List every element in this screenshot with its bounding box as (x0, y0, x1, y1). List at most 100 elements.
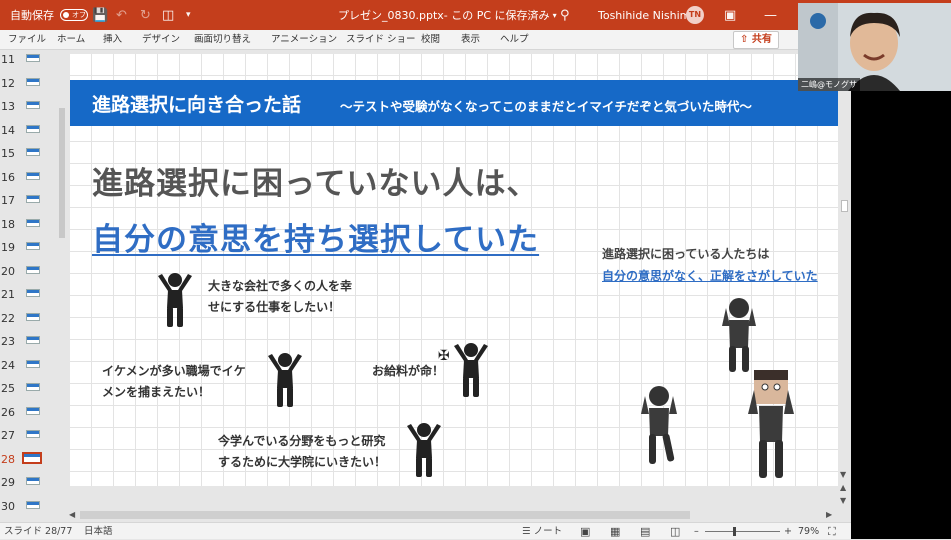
thumbnail-11[interactable]: 11 (0, 50, 56, 73)
tab-file[interactable]: ファイル (8, 30, 46, 50)
thumbnail-28-active[interactable]: 28 (0, 450, 56, 473)
scroll-down-icon[interactable]: ▼ (840, 470, 846, 479)
headline-line-1[interactable]: 進路選択に困っていない人は、 (92, 158, 538, 203)
user-name[interactable]: Toshihide Nishima (598, 0, 697, 30)
share-button[interactable]: ⇧ 共有 (733, 31, 779, 49)
present-from-start-icon[interactable]: ◫ (162, 0, 174, 30)
troubled-person-with-photo-icon[interactable] (746, 370, 798, 482)
previous-slide-icon[interactable]: ▲ (840, 483, 846, 492)
zoom-in-icon[interactable]: + (784, 523, 792, 540)
tab-animations[interactable]: アニメーション (271, 30, 337, 50)
thumbnail-scrollbar[interactable] (58, 50, 66, 522)
horizontal-scrollbar[interactable]: ◀ ▶ (66, 508, 838, 522)
slide-thumbnail[interactable] (26, 312, 40, 321)
caption-1[interactable]: 大きな会社で多くの人を幸 せにする仕事をしたい！ (208, 276, 352, 318)
slide-thumbnail[interactable] (26, 359, 40, 368)
next-slide-icon[interactable]: ▼ (840, 496, 846, 505)
cheering-person-icon[interactable] (403, 422, 445, 478)
zoom-slider-knob[interactable] (733, 527, 736, 536)
slide-thumbnail[interactable] (26, 265, 40, 274)
slideshow-icon[interactable]: ◫ (670, 523, 680, 540)
title-banner[interactable]: 進路選択に向き合った話 ～テストや受験がなくなってこのままだとイマイチだぞと気づ… (70, 80, 840, 126)
headline-line-2[interactable]: 自分の意思を持ち選択していた (92, 214, 539, 259)
tab-view[interactable]: 表示 (461, 30, 480, 50)
caption-2[interactable]: イケメンが多い職場でイケ メンを捕まえたい！ (102, 361, 246, 403)
thumbnail-23[interactable]: 23 (0, 332, 56, 355)
thumbnail-26[interactable]: 26 (0, 403, 56, 426)
autosave-toggle[interactable]: オフ (60, 9, 88, 21)
thumbnail-12[interactable]: 12 (0, 74, 56, 97)
troubled-person-icon[interactable] (635, 384, 683, 466)
thumbnail-20[interactable]: 20 (0, 262, 56, 285)
slide-thumbnail[interactable] (26, 218, 40, 227)
troubled-person-icon[interactable] (716, 296, 762, 374)
minimize-icon[interactable]: — (764, 0, 777, 30)
cheering-person-icon[interactable] (264, 352, 306, 408)
notes-button[interactable]: ☰ ノート (522, 523, 562, 540)
thumbnail-16[interactable]: 16 (0, 168, 56, 191)
caption-3[interactable]: お給料が命！ (372, 361, 444, 382)
tab-transitions[interactable]: 画面切り替え (194, 30, 251, 50)
thumbnail-27[interactable]: 27 (0, 426, 56, 449)
thumbnail-30[interactable]: 30 (0, 497, 56, 520)
thumbnail-18[interactable]: 18 (0, 215, 56, 238)
slide-thumbnail[interactable] (26, 195, 40, 203)
scrollbar-thumb[interactable] (841, 200, 848, 212)
slide-thumbnail[interactable] (26, 242, 40, 250)
customize-quick-access-icon[interactable]: ▾ (186, 0, 191, 30)
caption-4[interactable]: 今学んでいる分野をもっと研究 するために大学院にいきたい！ (218, 431, 386, 473)
undo-icon[interactable]: ↶ (116, 0, 127, 30)
autosave-control[interactable]: 自動保存 オフ (10, 0, 88, 30)
thumbnail-15[interactable]: 15 (0, 144, 56, 167)
slide-canvas[interactable]: 進路選択に向き合った話 ～テストや受験がなくなってこのままだとイマイチだぞと気づ… (70, 54, 840, 486)
slide-thumbnail[interactable] (26, 289, 40, 297)
slide-thumbnail[interactable] (26, 54, 40, 62)
thumbnail-17[interactable]: 17 (0, 191, 56, 214)
slide-thumbnail[interactable] (26, 336, 40, 344)
tab-slideshow[interactable]: スライド ショー (346, 30, 416, 50)
scroll-left-icon[interactable]: ◀ (69, 510, 75, 519)
tab-home[interactable]: ホーム (57, 30, 85, 50)
thumbnail-29[interactable]: 29 (0, 473, 56, 496)
normal-view-icon[interactable]: ▣ (580, 523, 590, 540)
tab-design[interactable]: デザイン (142, 30, 180, 50)
thumbnail-14[interactable]: 14 (0, 121, 56, 144)
slide-subtitle[interactable]: ～テストや受験がなくなってこのままだとイマイチだぞと気づいた時代～ (340, 96, 752, 115)
slide-thumbnail[interactable] (26, 148, 40, 156)
avatar[interactable]: TN (686, 6, 704, 24)
cheering-person-icon[interactable] (450, 342, 492, 398)
thumbnail-13[interactable]: 13 (0, 97, 56, 120)
vertical-scrollbar[interactable]: ▲ ▼ ▲ ▼ (838, 50, 851, 522)
thumbnail-25[interactable]: 25 (0, 379, 56, 402)
slide-title[interactable]: 進路選択に向き合った話 (92, 90, 301, 117)
ribbon-display-options-icon[interactable]: ▣ (724, 0, 736, 30)
search-icon[interactable]: ⚲ (560, 0, 570, 30)
slide-thumbnail[interactable] (26, 383, 40, 391)
slide-thumbnail[interactable] (26, 124, 40, 133)
slide-thumbnail[interactable] (26, 477, 40, 485)
scroll-right-icon[interactable]: ▶ (826, 510, 832, 519)
slide-thumbnail[interactable] (26, 406, 40, 415)
thumbnail-24[interactable]: 24 (0, 356, 56, 379)
scrollbar-thumb[interactable] (80, 511, 690, 519)
thumbnail-21[interactable]: 21 (0, 285, 56, 308)
slide-thumbnail[interactable] (26, 171, 40, 180)
reading-view-icon[interactable]: ▤ (640, 523, 650, 540)
slide-thumbnail-selected[interactable] (22, 451, 42, 464)
tab-insert[interactable]: 挿入 (103, 30, 122, 50)
slide-sorter-icon[interactable]: ▦ (610, 523, 620, 540)
document-title[interactable]: プレゼン_0830.pptx - この PC に保存済み ▾ (338, 0, 557, 30)
slide-thumbnail[interactable] (26, 101, 40, 109)
thumbnail-22[interactable]: 22 (0, 309, 56, 332)
scrollbar-thumb[interactable] (59, 108, 65, 238)
slide-thumbnail[interactable] (26, 430, 40, 438)
slide-thumbnail[interactable] (26, 500, 40, 509)
zoom-slider[interactable] (705, 531, 780, 532)
redo-icon[interactable]: ↻ (140, 0, 151, 30)
tab-help[interactable]: ヘルプ (500, 30, 529, 50)
zoom-out-icon[interactable]: – (694, 523, 699, 540)
language-indicator[interactable]: 日本語 (84, 523, 113, 540)
save-icon[interactable]: 💾 (92, 0, 108, 30)
tab-review[interactable]: 校閲 (421, 30, 440, 50)
cheering-person-icon[interactable] (154, 272, 196, 328)
